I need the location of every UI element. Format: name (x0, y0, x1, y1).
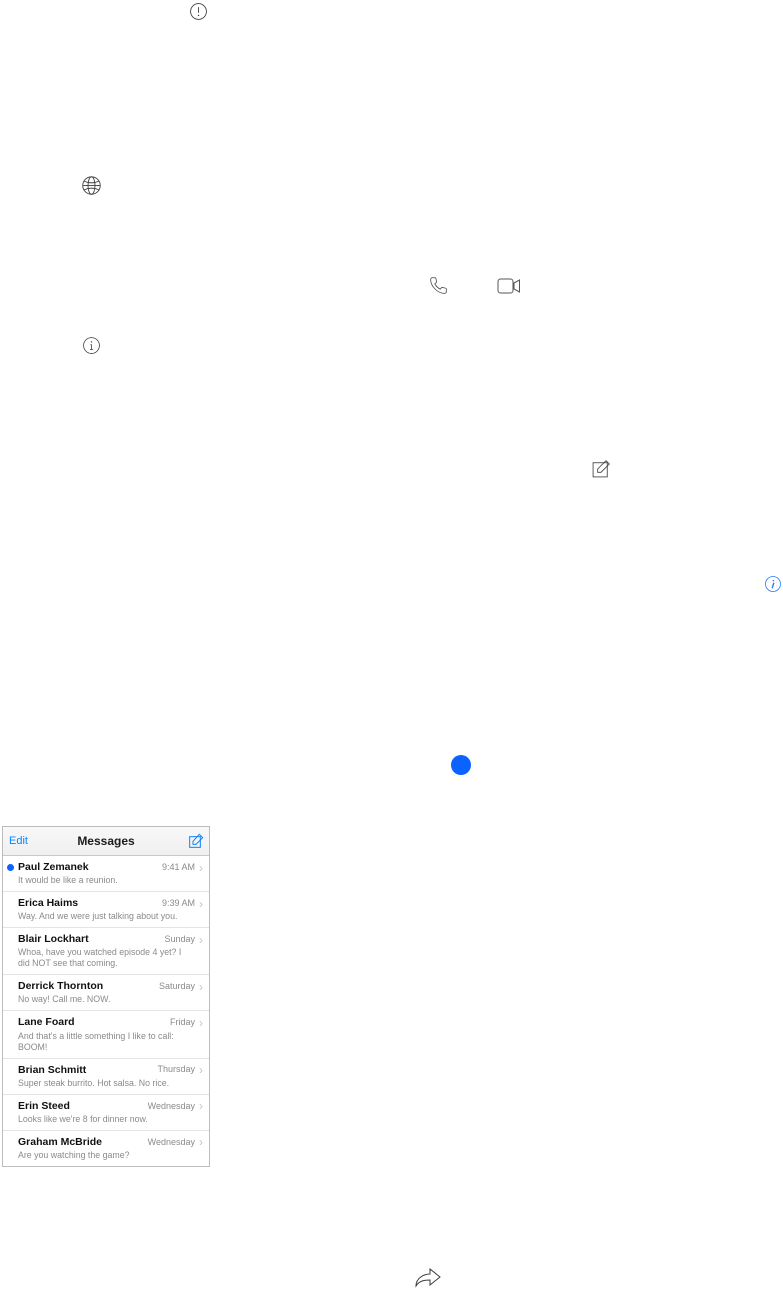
conversation-row[interactable]: Erica Haims 9:39 AM › Way. And we were j… (3, 892, 209, 928)
timestamp: Wednesday (148, 1101, 195, 1112)
video-icon (497, 278, 521, 294)
alert-circle-icon (189, 2, 208, 21)
message-preview: Super steak burrito. Hot salsa. No rice. (18, 1078, 203, 1089)
chevron-right-icon: › (199, 1017, 203, 1029)
sender-name: Lane Foard (18, 1016, 75, 1029)
chevron-right-icon: › (199, 1064, 203, 1076)
message-preview: Way. And we were just talking about you. (18, 911, 203, 922)
timestamp: 9:41 AM (162, 862, 195, 873)
messages-header: Edit Messages (3, 827, 209, 856)
chevron-right-icon: › (199, 1136, 203, 1148)
info-icon (764, 575, 782, 593)
chevron-right-icon: › (199, 934, 203, 946)
unread-dot-icon (451, 755, 471, 775)
timestamp: 9:39 AM (162, 898, 195, 909)
message-preview: Are you watching the game? (18, 1150, 203, 1161)
timestamp: Thursday (157, 1064, 195, 1075)
sender-name: Blair Lockhart (18, 933, 89, 946)
sender-name: Derrick Thornton (18, 980, 103, 993)
sender-name: Brian Schmitt (18, 1064, 86, 1077)
globe-icon (81, 175, 102, 196)
info-circle-icon (82, 336, 101, 355)
sender-name: Paul Zemanek (18, 861, 89, 874)
conversation-row[interactable]: Lane Foard Friday › And that's a little … (3, 1011, 209, 1058)
conversation-row[interactable]: Paul Zemanek 9:41 AM › It would be like … (3, 856, 209, 892)
timestamp: Sunday (164, 934, 195, 945)
conversation-row[interactable]: Graham McBride Wednesday › Are you watch… (3, 1131, 209, 1166)
compose-button[interactable] (188, 827, 204, 855)
messages-title: Messages (77, 834, 134, 849)
chevron-right-icon: › (199, 898, 203, 910)
chevron-right-icon: › (199, 1100, 203, 1112)
message-preview: No way! Call me. NOW. (18, 994, 203, 1005)
messages-list-panel: Edit Messages Paul Zemanek 9:41 AM › It … (2, 826, 210, 1167)
sender-name: Erin Steed (18, 1100, 70, 1113)
unread-dot-icon (7, 864, 14, 871)
message-preview: Whoa, have you watched episode 4 yet? I … (18, 947, 203, 969)
conversation-row[interactable]: Brian Schmitt Thursday › Super steak bur… (3, 1059, 209, 1095)
conversation-row[interactable]: Blair Lockhart Sunday › Whoa, have you w… (3, 928, 209, 975)
edit-button[interactable]: Edit (9, 827, 28, 855)
sender-name: Graham McBride (18, 1136, 102, 1149)
message-preview: It would be like a reunion. (18, 875, 203, 886)
conversation-row[interactable]: Derrick Thornton Saturday › No way! Call… (3, 975, 209, 1011)
chevron-right-icon: › (199, 981, 203, 993)
timestamp: Friday (170, 1017, 195, 1028)
timestamp: Wednesday (148, 1137, 195, 1148)
message-preview: And that's a little something I like to … (18, 1031, 203, 1053)
chevron-right-icon: › (199, 862, 203, 874)
message-preview: Looks like we're 8 for dinner now. (18, 1114, 203, 1125)
timestamp: Saturday (159, 981, 195, 992)
sender-name: Erica Haims (18, 897, 78, 910)
compose-icon (591, 459, 611, 479)
conversation-row[interactable]: Erin Steed Wednesday › Looks like we're … (3, 1095, 209, 1131)
share-icon (414, 1268, 442, 1288)
phone-icon (428, 275, 449, 296)
